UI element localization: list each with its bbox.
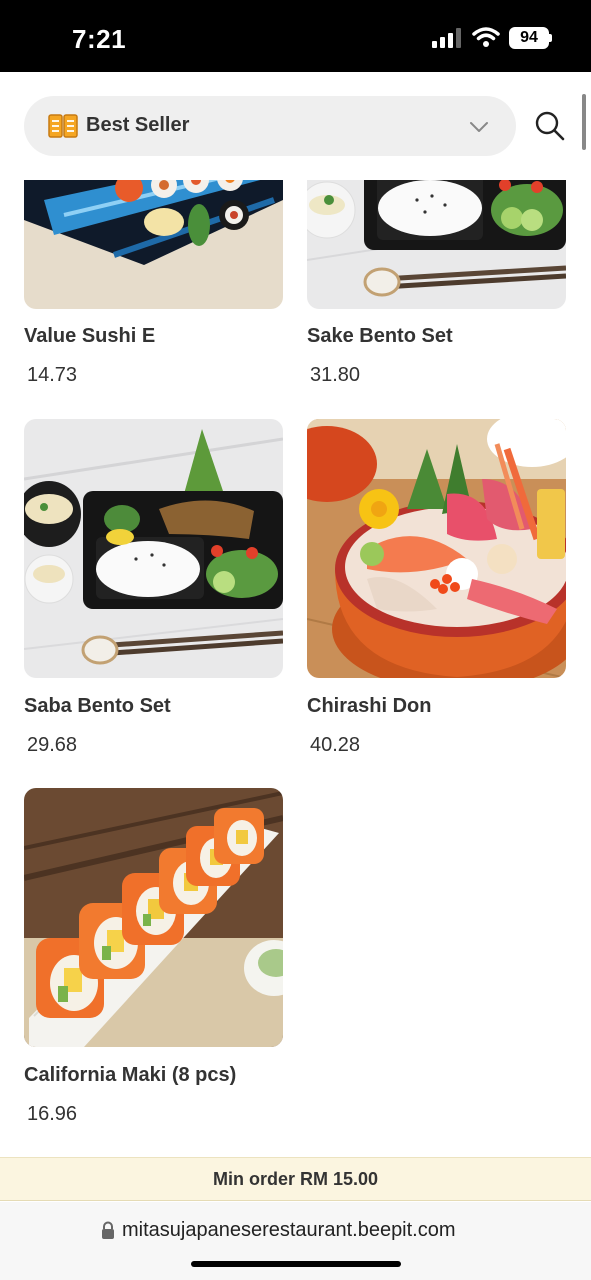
lock-icon <box>102 1221 114 1239</box>
browser-url-bar[interactable]: mitasujapaneserestaurant.beepit.com <box>0 1202 591 1280</box>
product-price: 16.96 <box>27 1103 78 1125</box>
product-name: California Maki (8 pcs) <box>24 1064 237 1086</box>
product-card[interactable]: Sake Bento Set 31.80 <box>307 180 567 386</box>
product-image <box>24 788 283 1047</box>
status-bar: 7:21 94 <box>0 0 591 72</box>
wifi-icon <box>472 27 500 47</box>
home-indicator[interactable] <box>191 1261 401 1267</box>
book-icon <box>48 114 78 138</box>
product-card[interactable]: California Maki (8 pcs) 16.96 <box>24 788 284 1125</box>
category-label: Best Seller <box>86 114 190 136</box>
product-name: Value Sushi E <box>24 325 156 347</box>
status-time: 7:21 <box>72 24 127 54</box>
category-header: Best Seller <box>0 72 591 180</box>
product-image <box>307 180 566 309</box>
url-text[interactable]: mitasujapaneserestaurant.beepit.com <box>122 1219 456 1242</box>
product-name: Sake Bento Set <box>307 325 453 347</box>
product-price: 40.28 <box>310 734 361 756</box>
product-price: 29.68 <box>27 734 78 756</box>
product-price: 31.80 <box>310 364 361 386</box>
battery-indicator: 94 <box>509 27 549 49</box>
product-image <box>307 419 566 678</box>
signal-icon <box>432 28 461 48</box>
product-price: 14.73 <box>27 364 78 386</box>
product-card[interactable]: Value Sushi E 14.73 <box>24 180 284 386</box>
search-icon[interactable] <box>532 108 568 144</box>
product-name: Saba Bento Set <box>24 695 171 717</box>
product-image <box>24 419 283 678</box>
product-name: Chirashi Don <box>307 695 432 717</box>
min-order-banner: Min order RM 15.00 <box>0 1157 591 1201</box>
product-card[interactable]: Chirashi Don 40.28 <box>307 419 567 756</box>
product-image <box>24 180 283 309</box>
product-grid: Value Sushi E 14.73 Sake Bento Set 31.80… <box>0 180 591 1156</box>
category-dropdown[interactable]: Best Seller <box>24 96 516 156</box>
scrollbar[interactable] <box>582 94 586 150</box>
product-card[interactable]: Saba Bento Set 29.68 <box>24 419 284 756</box>
battery-nub <box>549 34 552 42</box>
chevron-down-icon <box>470 122 488 132</box>
